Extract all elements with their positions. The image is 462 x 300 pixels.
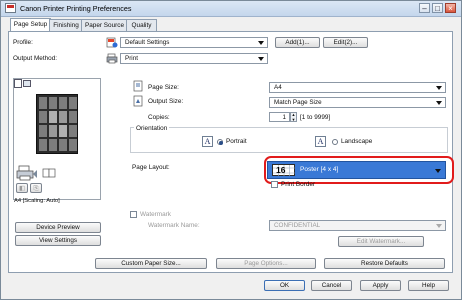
chevron-down-icon bbox=[436, 101, 442, 105]
preview-caption: A4 [Scaling: Auto] bbox=[14, 198, 60, 204]
chevron-down-icon bbox=[258, 41, 264, 45]
output-method-select[interactable]: Print bbox=[120, 53, 268, 64]
edit-watermark-button[interactable]: Edit Watermark... bbox=[338, 236, 424, 247]
window-title: Canon Printer Printing Preferences bbox=[20, 4, 132, 13]
profile-value: Default Settings bbox=[125, 39, 170, 46]
poster-layout-number: 16 bbox=[276, 165, 286, 175]
page-layout-select[interactable]: 16 Poster [4 x 4] bbox=[267, 161, 446, 179]
output-method-label: Output Method: bbox=[13, 55, 58, 62]
edit-profile-button[interactable]: Edit(2)... bbox=[323, 37, 368, 48]
profile-select[interactable]: Default Settings bbox=[120, 37, 268, 48]
copies-input[interactable]: 1 bbox=[269, 112, 290, 122]
orientation-label: Orientation bbox=[134, 125, 170, 132]
landscape-label: Landscape bbox=[341, 138, 373, 145]
watermark-value: CONFIDENTIAL bbox=[274, 222, 321, 229]
printer-device-icon bbox=[16, 165, 38, 181]
portrait-label: Portrait bbox=[226, 138, 247, 145]
chevron-down-icon bbox=[436, 86, 442, 90]
page-preview-image bbox=[36, 94, 78, 154]
output-method-value: Print bbox=[125, 55, 138, 62]
device-preview-button[interactable]: Device Preview bbox=[15, 222, 101, 233]
printer-app-icon bbox=[5, 3, 16, 13]
output-size-value: Match Page Size bbox=[274, 99, 322, 106]
cancel-button[interactable]: Cancel bbox=[311, 280, 352, 291]
ok-button[interactable]: OK bbox=[264, 280, 305, 291]
chevron-down-icon bbox=[435, 169, 441, 173]
apply-button[interactable]: Apply bbox=[360, 280, 401, 291]
poster-layout-icon: 16 bbox=[272, 164, 295, 176]
page-options-button[interactable]: Page Options... bbox=[216, 258, 316, 269]
portrait-icon: A bbox=[202, 136, 213, 147]
page-layout-value: Poster [4 x 4] bbox=[300, 166, 339, 173]
chevron-down-icon bbox=[436, 224, 442, 228]
output-size-label: Output Size: bbox=[148, 98, 184, 105]
page-size-icon bbox=[132, 80, 144, 92]
profile-icon bbox=[106, 37, 118, 48]
finishing-preview-icon bbox=[42, 168, 56, 178]
page-layout-label: Page Layout: bbox=[132, 164, 170, 171]
close-icon[interactable]: × bbox=[445, 3, 456, 13]
maximize-icon[interactable]: □ bbox=[432, 3, 443, 13]
orientation-group bbox=[130, 127, 448, 153]
custom-paper-size-button[interactable]: Custom Paper Size... bbox=[95, 258, 207, 269]
add-profile-button[interactable]: Add(1)... bbox=[275, 37, 320, 48]
copies-label: Copies: bbox=[148, 114, 170, 121]
copies-spinner[interactable]: ▲ ▼ bbox=[290, 112, 297, 122]
tab-page-setup[interactable]: Page Setup bbox=[10, 18, 51, 32]
preview-option-button-2[interactable]: ⎘ bbox=[30, 183, 42, 193]
page-size-label: Page Size: bbox=[148, 84, 179, 91]
restore-defaults-button[interactable]: Restore Defaults bbox=[324, 258, 445, 269]
landscape-radio[interactable] bbox=[332, 139, 338, 145]
watermark-label: Watermark bbox=[140, 211, 172, 218]
watermark-checkbox[interactable] bbox=[130, 211, 137, 218]
watermark-name-label: Watermark Name: bbox=[148, 222, 200, 229]
view-settings-button[interactable]: View Settings bbox=[15, 235, 101, 246]
minimize-icon[interactable]: – bbox=[419, 3, 430, 13]
print-border-checkbox[interactable] bbox=[271, 181, 278, 188]
chevron-down-icon bbox=[258, 57, 264, 61]
output-size-select[interactable]: Match Page Size bbox=[269, 97, 446, 108]
preview-option-button-1[interactable]: ◧ bbox=[16, 183, 28, 193]
portrait-radio[interactable] bbox=[217, 139, 223, 145]
profile-label: Profile: bbox=[13, 39, 33, 46]
page-size-value: A4 bbox=[274, 84, 282, 91]
preview-mode-icon[interactable] bbox=[14, 79, 32, 88]
help-button[interactable]: Help bbox=[408, 280, 449, 291]
copies-range: [1 to 9999] bbox=[300, 114, 331, 121]
print-icon bbox=[106, 53, 118, 64]
landscape-icon: A bbox=[315, 136, 326, 147]
watermark-select[interactable]: CONFIDENTIAL bbox=[269, 220, 446, 231]
output-size-icon bbox=[132, 95, 144, 107]
print-border-label: Print Border bbox=[281, 181, 316, 188]
page-size-select[interactable]: A4 bbox=[269, 82, 446, 93]
